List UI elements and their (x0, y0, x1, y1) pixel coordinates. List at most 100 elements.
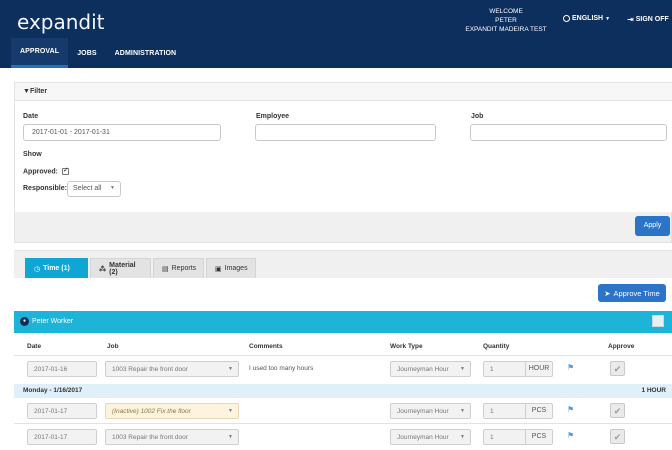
sign-off-label: SIGN OFF (635, 16, 669, 23)
tab-material[interactable]: ⁂ Material (2) (90, 258, 151, 278)
caret-down-icon: ▼ (605, 15, 611, 22)
caret-down-icon: ▼ (228, 434, 233, 440)
worker-select-all-checkbox[interactable] (652, 315, 664, 327)
worker-name-group: ● Peter Worker (20, 317, 73, 326)
tab-reports-label: Reports (171, 265, 197, 272)
row-quantity-value: 1 (490, 366, 494, 373)
row-unit: PCS (525, 404, 552, 418)
worker-name: Peter Worker (32, 318, 74, 325)
row-quantity-field[interactable]: 1 PCS (483, 429, 553, 445)
column-approve: Approve (608, 343, 635, 350)
tab-reports[interactable]: ▤ Reports (153, 258, 204, 278)
row-job-select[interactable]: 1003 Repair the front door ▼ (105, 361, 239, 377)
row-work-type-select[interactable]: Journeyman Hour ▼ (390, 403, 471, 419)
filter-header[interactable]: ▼Filter (15, 83, 672, 101)
row-date-field[interactable]: 2017-01-17 (27, 429, 97, 445)
row-date-field[interactable]: 2017-01-17 (27, 403, 97, 419)
filter-title: Filter (29, 88, 48, 95)
row-approve-checkbox[interactable]: ✔ (610, 403, 625, 418)
sitemap-icon: ⁂ (99, 265, 107, 273)
caret-down-icon: ▼ (228, 366, 233, 372)
main-nav: APPROVAL JOBS ADMINISTRATION (11, 38, 185, 68)
row-quantity-value: 1 (490, 408, 494, 415)
caret-down-icon: ▼ (110, 185, 115, 191)
sign-off-link[interactable]: ⇥ SIGN OFF (627, 15, 669, 24)
welcome-text: WELCOME PETER EXPANDIT MADEIRA TEST (465, 8, 547, 33)
row-quantity-field[interactable]: 1 PCS (483, 403, 553, 419)
tags-icon[interactable]: ⚑ (567, 431, 574, 440)
employee-input[interactable] (255, 124, 436, 141)
date-label: Date (23, 113, 39, 120)
day-group-header: Monday - 1/16/2017 1 HOUR (14, 384, 672, 398)
day-group-total: 1 HOUR (641, 387, 666, 394)
show-label: Show (23, 151, 42, 158)
tab-images[interactable]: ▣ Images (206, 258, 256, 278)
caret-down-icon: ▼ (228, 408, 233, 414)
tab-material-label: Material (2) (109, 261, 136, 276)
approved-checkbox[interactable] (61, 166, 69, 175)
nav-item-approval[interactable]: APPROVAL (11, 38, 69, 68)
tabs-bar: ◷ Time (1) ⁂ Material (2) ▤ Reports ▣ Im… (14, 250, 672, 278)
clock-icon: ◷ (34, 265, 41, 273)
filter-body: Date 2017-01-01 - 2017-01-31 Employee Jo… (15, 101, 672, 212)
header-divider (14, 355, 672, 356)
tags-icon[interactable]: ⚑ (567, 405, 574, 414)
send-icon: ➤ (604, 288, 611, 298)
employee-label: Employee (256, 113, 290, 120)
tab-images-label: Images (224, 265, 248, 272)
row-unit: PCS (525, 430, 552, 444)
row-work-type-value: Journeyman Hour (397, 408, 449, 415)
filter-icon: ▼ (23, 88, 30, 95)
tags-icon[interactable]: ⚑ (567, 363, 574, 372)
filter-panel: ▼Filter Date 2017-01-01 - 2017-01-31 Emp… (14, 82, 672, 243)
column-work-type: Work Type (390, 343, 423, 350)
nav-item-administration[interactable]: ADMINISTRATION (106, 38, 186, 68)
column-comments: Comments (249, 343, 283, 350)
job-input[interactable] (470, 124, 667, 141)
responsible-value: Select all (73, 185, 102, 192)
date-range-input[interactable]: 2017-01-01 - 2017-01-31 (23, 124, 221, 141)
image-icon: ▣ (215, 265, 222, 273)
responsible-select[interactable]: Select all ▼ (67, 181, 121, 197)
row-unit: HOUR (525, 362, 552, 376)
row-work-type-value: Journeyman Hour (397, 434, 449, 441)
column-quantity: Quantity (483, 343, 510, 350)
caret-down-icon: ▼ (460, 408, 465, 414)
caret-down-icon: ▼ (460, 434, 465, 440)
approve-time-button[interactable]: ➤ Approve Time (598, 284, 666, 302)
column-date: Date (27, 343, 42, 350)
globe-icon (563, 15, 570, 22)
row-date-field[interactable]: 2017-01-16 (27, 361, 97, 377)
approved-row: Approved: (23, 166, 69, 176)
tab-time-label: Time (1) (43, 265, 70, 272)
row-work-type-select[interactable]: Journeyman Hour ▼ (390, 361, 471, 377)
user-icon: ● (20, 317, 29, 326)
row-quantity-value: 1 (490, 434, 494, 441)
caret-down-icon: ▼ (460, 366, 465, 372)
row-divider (14, 423, 672, 424)
responsible-label: Responsible: (23, 185, 67, 192)
approved-label: Approved: (23, 168, 58, 176)
row-job-value: (Inactive) 1002 Fix the floor (112, 408, 191, 415)
approve-time-label: Approve Time (613, 288, 660, 298)
worker-header[interactable]: ● Peter Worker (14, 311, 672, 333)
language-label: ENGLISH (572, 15, 604, 22)
row-comment: I used too many hours (249, 365, 314, 372)
row-work-type-select[interactable]: Journeyman Hour ▼ (390, 429, 471, 445)
row-job-value: 1003 Repair the front door (112, 434, 188, 441)
app-logo[interactable]: expandit (17, 10, 105, 34)
day-group-label: Monday - 1/16/2017 (23, 387, 83, 394)
row-work-type-value: Journeyman Hour (397, 366, 449, 373)
row-job-select[interactable]: 1003 Repair the front door ▼ (105, 429, 239, 445)
column-job: Job (107, 343, 119, 350)
row-job-value: 1003 Repair the front door (112, 366, 188, 373)
apply-button[interactable]: Apply (635, 216, 670, 236)
sign-out-icon: ⇥ (627, 15, 634, 24)
nav-item-jobs[interactable]: JOBS (68, 38, 105, 68)
row-approve-checkbox[interactable]: ✔ (610, 429, 625, 444)
row-job-select[interactable]: (Inactive) 1002 Fix the floor ▼ (105, 403, 239, 419)
row-quantity-field[interactable]: 1 HOUR (483, 361, 553, 377)
language-dropdown[interactable]: ENGLISH ▼ (563, 15, 610, 22)
row-approve-checkbox[interactable]: ✔ (610, 361, 625, 376)
tab-time[interactable]: ◷ Time (1) (25, 258, 88, 278)
